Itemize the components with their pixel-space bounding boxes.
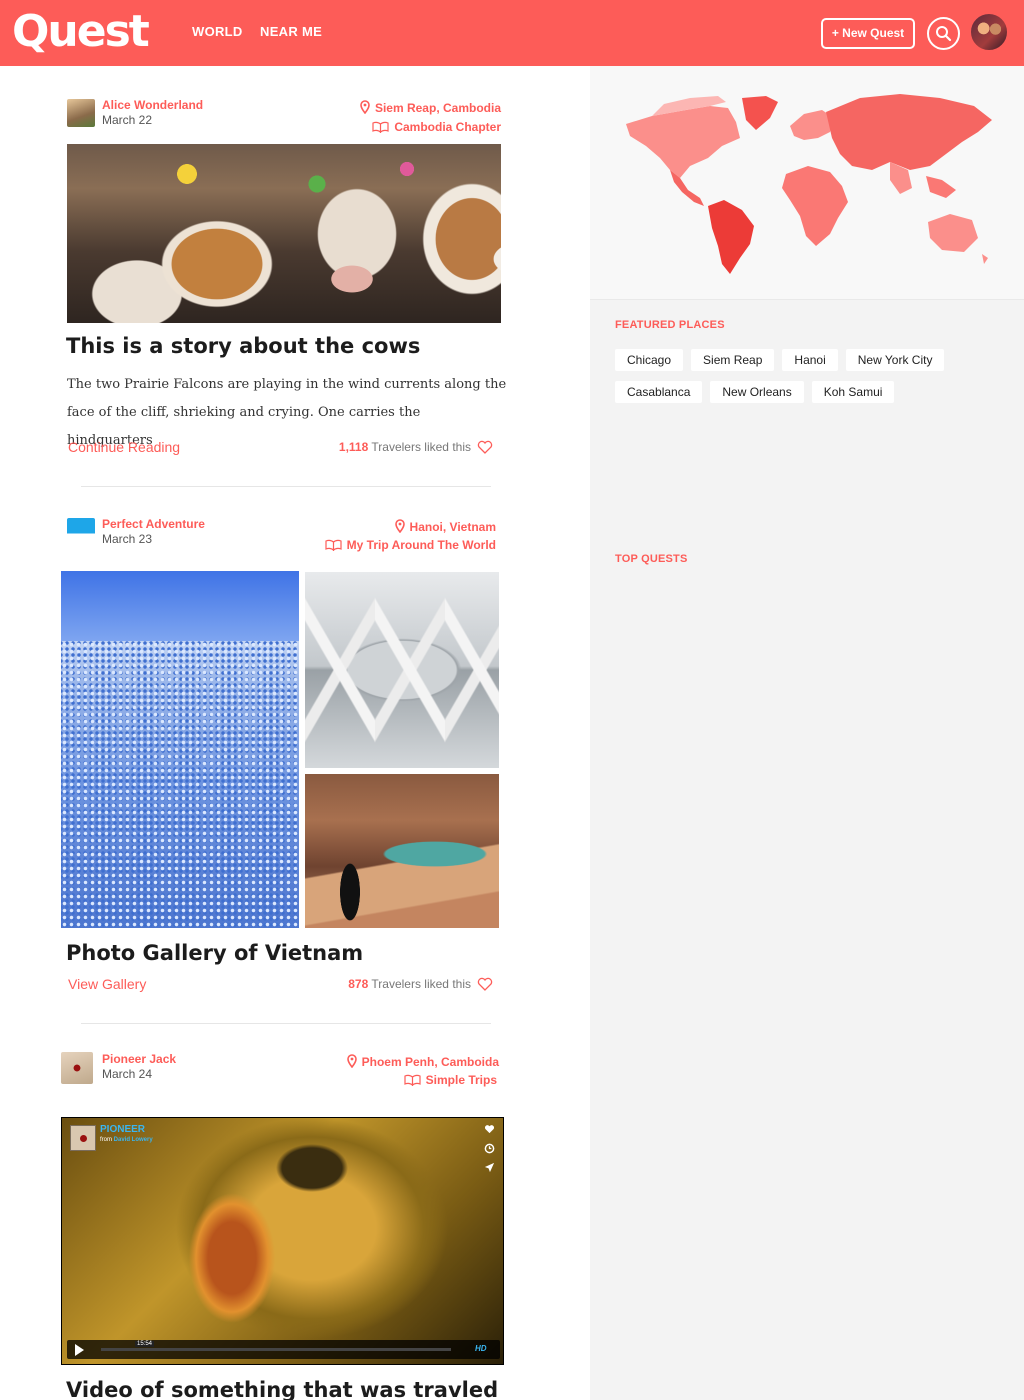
search-icon — [936, 26, 952, 42]
nav-near-me[interactable]: NEAR ME — [260, 24, 322, 39]
author-avatar[interactable] — [67, 518, 95, 546]
post-collection[interactable]: Simple Trips — [404, 1073, 497, 1087]
author-avatar[interactable] — [61, 1052, 93, 1084]
heart-icon[interactable] — [477, 977, 493, 991]
clock-icon — [484, 1143, 494, 1154]
post-divider — [81, 1023, 491, 1024]
likes-label: Travelers liked this — [371, 977, 471, 991]
sky-area — [61, 571, 299, 641]
hd-toggle[interactable]: HD — [475, 1344, 487, 1353]
place-tag-chicago[interactable]: Chicago — [615, 349, 684, 371]
likes-counter[interactable]: 878 Travelers liked this — [348, 977, 493, 991]
featured-places-title: FEATURED PLACES — [615, 319, 725, 331]
likes-counter[interactable]: 1,118 Travelers liked this — [339, 440, 493, 454]
place-tag-hanoi[interactable]: Hanoi — [782, 349, 838, 371]
author-name[interactable]: Alice Wonderland — [102, 98, 203, 112]
place-tag-koh-samui[interactable]: Koh Samui — [811, 381, 895, 403]
send-icon — [484, 1162, 494, 1173]
post-location[interactable]: Siem Reap, Cambodia — [360, 100, 501, 115]
post-title[interactable]: Photo Gallery of Vietnam — [66, 941, 363, 965]
gallery-image-architecture[interactable] — [305, 572, 499, 768]
post-title[interactable]: This is a story about the cows — [66, 334, 420, 358]
location-label: Siem Reap, Cambodia — [374, 101, 501, 115]
view-gallery-link[interactable]: View Gallery — [68, 976, 146, 992]
location-label: Phoem Penh, Camboida — [361, 1055, 499, 1069]
likes-count: 878 — [348, 977, 369, 991]
place-tag-casablanca[interactable]: Casablanca — [615, 381, 703, 403]
watch-later-button[interactable] — [481, 1143, 497, 1157]
video-player[interactable]: PIONEER from David Lowery 15:54 HD — [61, 1117, 504, 1365]
video-time: 15:54 — [135, 1341, 155, 1347]
gallery-image-flowers[interactable] — [61, 571, 299, 928]
video-controls: 15:54 HD — [67, 1340, 500, 1359]
place-tag-new-orleans[interactable]: New Orleans — [710, 381, 804, 403]
likes-count: 1,118 — [338, 440, 369, 454]
place-tag-siem-reap[interactable]: Siem Reap — [691, 349, 775, 371]
video-title[interactable]: PIONEER — [100, 1124, 145, 1135]
featured-places-list: Chicago Siem Reap Hanoi New York City Casabl… — [615, 349, 1005, 413]
new-quest-button[interactable]: + New Quest — [821, 18, 915, 49]
collection-label: Cambodia Chapter — [394, 120, 501, 134]
world-map-graphic — [626, 94, 992, 274]
gallery-image-canyon[interactable] — [305, 774, 499, 928]
post-location[interactable]: Hanoi, Vietnam — [394, 519, 496, 534]
video-byline: from David Lowery — [100, 1137, 153, 1143]
book-icon — [404, 1074, 421, 1087]
top-bar: Quest WORLD NEAR ME + New Quest — [0, 0, 1024, 66]
world-map[interactable] — [590, 66, 1024, 300]
author-name[interactable]: Pioneer Jack — [102, 1052, 176, 1066]
play-icon[interactable] — [75, 1344, 84, 1356]
quest-logo[interactable]: Quest — [12, 4, 150, 60]
place-tag-new-york-city[interactable]: New York City — [845, 349, 945, 371]
post-image-cows[interactable] — [67, 144, 501, 323]
book-icon — [372, 121, 389, 134]
pin-icon — [346, 1054, 357, 1069]
location-label: Hanoi, Vietnam — [409, 520, 496, 534]
post-location[interactable]: Phoem Penh, Camboida — [346, 1054, 499, 1069]
heart-icon — [484, 1125, 494, 1134]
pin-icon — [394, 519, 405, 534]
heart-icon[interactable] — [477, 440, 493, 454]
book-icon — [325, 539, 342, 552]
video-author[interactable]: David Lowery — [114, 1137, 153, 1143]
nav-world[interactable]: WORLD — [192, 24, 243, 39]
video-channel-thumb[interactable] — [70, 1125, 96, 1151]
pin-icon — [360, 100, 370, 115]
like-video-button[interactable] — [481, 1124, 497, 1138]
post-date: March 22 — [102, 113, 153, 127]
top-quests-title: TOP QUESTS — [615, 553, 688, 565]
post-collection[interactable]: Cambodia Chapter — [372, 120, 501, 134]
search-button[interactable] — [927, 17, 960, 50]
collection-label: My Trip Around The World — [346, 538, 496, 552]
post-divider — [81, 486, 491, 487]
video-timeline[interactable]: 15:54 — [101, 1341, 451, 1351]
post-title[interactable]: Video of something that was travled — [66, 1378, 498, 1400]
video-from-label: from — [100, 1137, 112, 1143]
sidebar: FEATURED PLACES Chicago Siem Reap Hanoi New… — [590, 66, 1024, 1400]
user-avatar[interactable] — [969, 12, 1009, 52]
author-avatar[interactable] — [67, 99, 95, 127]
post-date: March 23 — [102, 532, 153, 546]
post-date: March 24 — [102, 1067, 153, 1081]
share-video-button[interactable] — [481, 1162, 497, 1176]
post-collection[interactable]: My Trip Around The World — [325, 538, 496, 552]
likes-label: Travelers liked this — [371, 440, 471, 454]
collection-label: Simple Trips — [425, 1073, 497, 1087]
author-name[interactable]: Perfect Adventure — [102, 517, 205, 531]
continue-reading-link[interactable]: Continue Reading — [68, 439, 180, 455]
